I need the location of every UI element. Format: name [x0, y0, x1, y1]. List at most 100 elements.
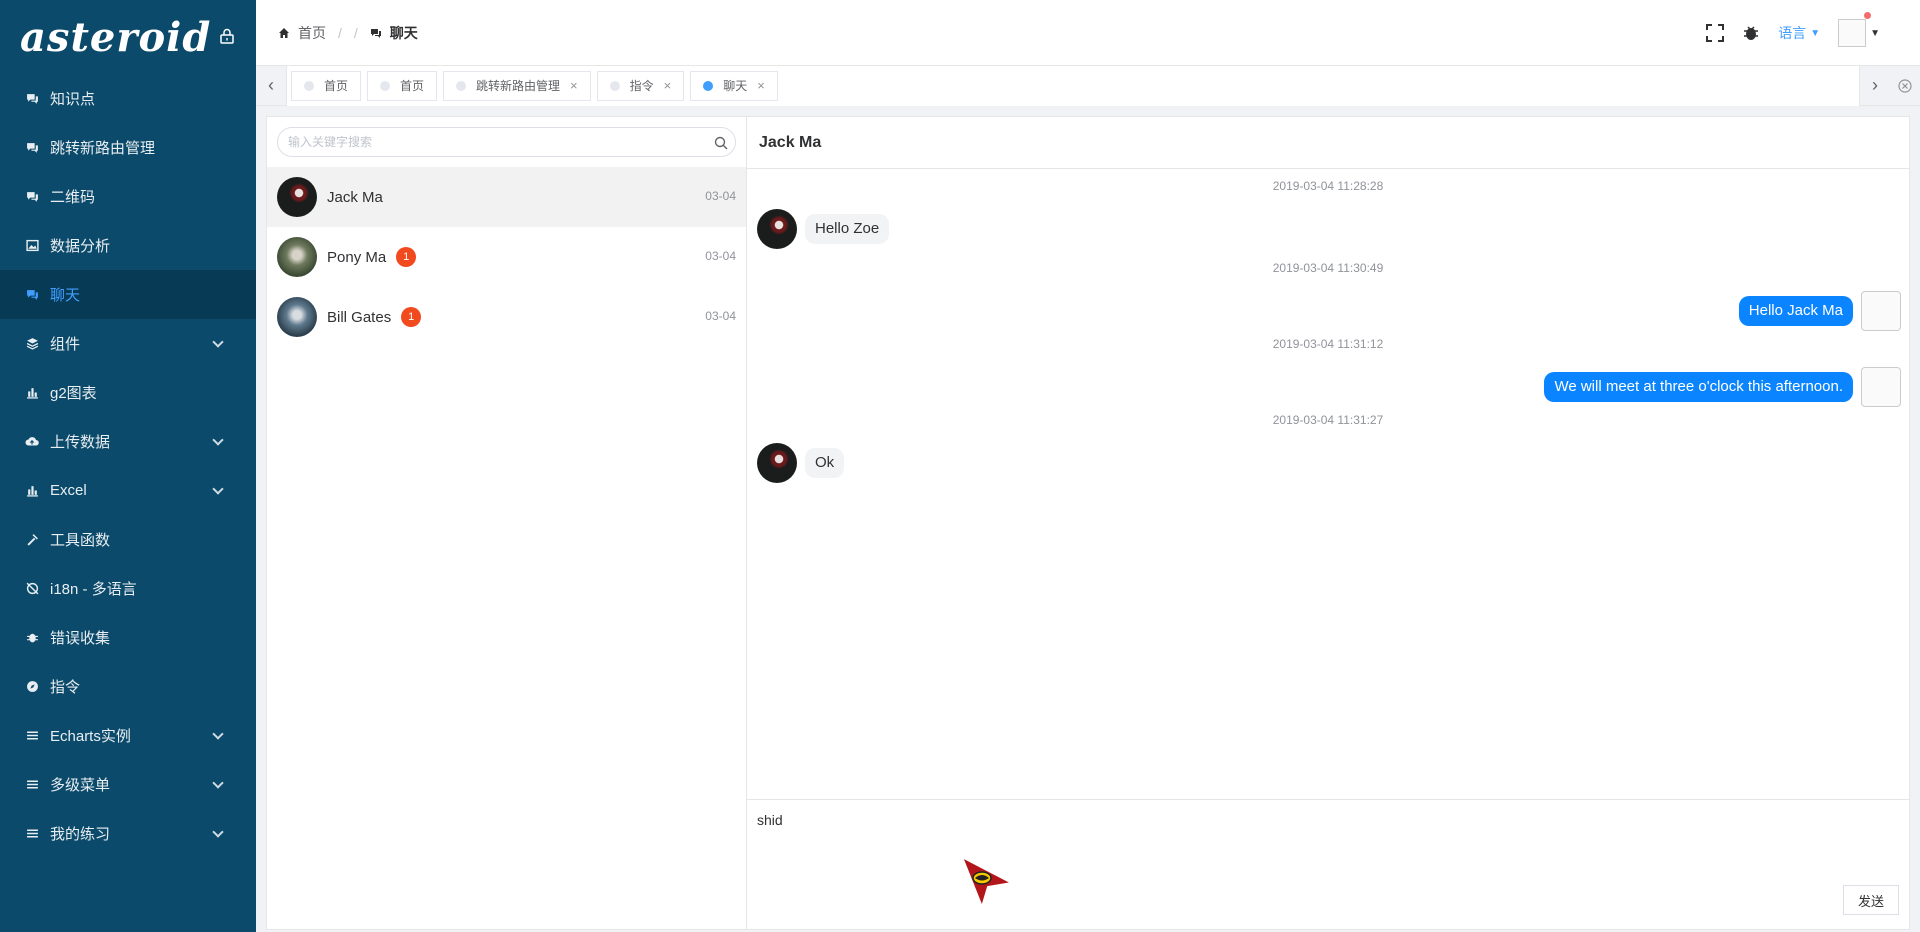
- sidebar-item[interactable]: 数据分析: [0, 221, 256, 270]
- contact-item[interactable]: Pony Ma 1 03-04: [267, 227, 746, 287]
- sidebar-item-label: g2图表: [50, 385, 97, 402]
- image-icon: [24, 238, 40, 254]
- user-menu[interactable]: ▼: [1838, 12, 1880, 47]
- search-input[interactable]: [277, 127, 736, 157]
- close-icon[interactable]: ×: [570, 78, 578, 93]
- notification-dot: [1864, 12, 1872, 19]
- menu-icon: [24, 826, 40, 842]
- chat-icon: [370, 28, 381, 38]
- message-input[interactable]: shid: [747, 800, 1909, 880]
- unread-badge: 1: [401, 307, 422, 327]
- unread-badge: 1: [396, 247, 417, 267]
- message-row: We will meet at three o'clock this after…: [1544, 367, 1901, 407]
- sidebar-item[interactable]: 工具函数: [0, 515, 256, 564]
- contact-list: Jack Ma 03-04 Pony Ma 1 03-04 Bill Gates 1 03-0…: [267, 167, 746, 347]
- close-all-icon[interactable]: [1890, 66, 1920, 106]
- chat-icon: [24, 91, 40, 107]
- sidebar-item-label: 我的练习: [50, 826, 111, 843]
- chevron-down-icon: [212, 728, 224, 740]
- contact-name: Jack Ma: [327, 188, 383, 206]
- contact-item[interactable]: Bill Gates 1 03-04: [267, 287, 746, 347]
- avatar: [1861, 291, 1901, 331]
- avatar: [757, 209, 797, 249]
- sidebar-item[interactable]: 组件: [0, 319, 256, 368]
- avatar: [277, 237, 317, 277]
- bug-icon[interactable]: [1742, 24, 1760, 42]
- sidebar-item-label: 知识点: [50, 91, 96, 108]
- message-bubble: We will meet at three o'clock this after…: [1544, 372, 1853, 402]
- menu-icon: [24, 728, 40, 744]
- chevron-right-icon[interactable]: ›: [1860, 66, 1890, 106]
- avatar: [277, 297, 317, 337]
- breadcrumb-current: 聊天: [389, 24, 418, 41]
- message-row: Hello Jack Ma: [1738, 291, 1901, 331]
- sidebar-item-label: Excel: [50, 482, 87, 499]
- tag-tab[interactable]: 跳转新路由管理 ×: [443, 70, 591, 101]
- fullscreen-icon[interactable]: [1706, 24, 1725, 42]
- chevron-left-icon[interactable]: ‹: [256, 66, 286, 106]
- sidebar-item[interactable]: 二维码: [0, 172, 256, 221]
- sidebar-item-label: 指令: [50, 679, 81, 696]
- sidebar-item[interactable]: 上传数据: [0, 417, 256, 466]
- message-list: 2019-03-04 11:28:28 Hello Zoe 2019-03-04 1…: [747, 169, 1909, 801]
- status-dot: [380, 80, 391, 91]
- chevron-down-icon: [212, 434, 224, 446]
- message-bubble: Ok: [805, 448, 845, 478]
- conversation: Jack Ma 2019-03-04 11:28:28 Hello Zoe 2019…: [747, 117, 1909, 929]
- sidebar-item[interactable]: i18n - 多语言: [0, 564, 256, 613]
- avatar: [277, 177, 317, 217]
- status-dot: [609, 80, 620, 91]
- close-icon[interactable]: ×: [664, 78, 672, 93]
- sidebar-item[interactable]: g2图表: [0, 368, 256, 417]
- sidebar-item-label: 数据分析: [50, 238, 111, 255]
- sidebar-item[interactable]: 聊天: [0, 270, 256, 319]
- sidebar-item-label: i18n - 多语言: [50, 581, 137, 598]
- status-dot: [304, 80, 314, 91]
- tag-tab-label: 跳转新路由管理: [476, 79, 561, 93]
- tag-tab-label: 首页: [400, 79, 425, 93]
- sidebar-menu: 知识点跳转新路由管理 二维码数据分析聊天组件 g2图表上传数据 Excel 工具函数 i1…: [0, 74, 256, 858]
- language-dropdown[interactable]: 语言 ▼: [1778, 23, 1820, 43]
- contact-item[interactable]: Jack Ma 03-04: [267, 167, 746, 227]
- sidebar-item-label: 聊天: [50, 287, 81, 304]
- chevron-down-icon: [212, 483, 224, 495]
- sidebar-item[interactable]: 知识点: [0, 74, 256, 123]
- bug-icon: [24, 630, 40, 646]
- tag-tab[interactable]: 首页: [367, 70, 438, 101]
- cloud-upload-icon: [24, 434, 40, 450]
- sidebar-item-label: 组件: [50, 336, 81, 353]
- send-button[interactable]: 发送: [1843, 885, 1899, 915]
- bar-chart-icon: [24, 385, 40, 401]
- tag-tab[interactable]: 首页: [291, 70, 362, 101]
- sidebar-item[interactable]: 跳转新路由管理: [0, 123, 256, 172]
- contact-time: 03-04: [705, 249, 736, 263]
- message-timestamp: 2019-03-04 11:31:27: [1272, 413, 1384, 427]
- bar-chart-icon: [24, 483, 40, 499]
- close-icon[interactable]: ×: [757, 78, 765, 93]
- sidebar-item[interactable]: 我的练习: [0, 809, 256, 858]
- tags-view: ‹ 首页 首页 跳转新路由管理 × 指令 × 聊天 × ›: [256, 65, 1920, 106]
- message-row: Ok: [757, 443, 845, 483]
- tag-tab[interactable]: 指令 ×: [596, 70, 685, 101]
- language-label: 语言: [1778, 25, 1807, 41]
- message-timestamp: 2019-03-04 11:31:12: [1272, 337, 1384, 351]
- breadcrumb-separator: /: [353, 24, 358, 41]
- tag-tab-label: 聊天: [723, 79, 748, 93]
- chat-icon: [24, 287, 40, 303]
- lock-icon[interactable]: [220, 28, 234, 44]
- search-wrap: [267, 117, 746, 167]
- sidebar-item[interactable]: 指令: [0, 662, 256, 711]
- sidebar-item[interactable]: Echarts实例: [0, 711, 256, 760]
- mouse-cursor-icon: [960, 855, 1015, 910]
- chevron-down-icon: [212, 777, 224, 789]
- breadcrumb-home[interactable]: 首页: [298, 23, 326, 43]
- sidebar-item[interactable]: 错误收集: [0, 613, 256, 662]
- message-timestamp: 2019-03-04 11:28:28: [1272, 179, 1384, 193]
- search-icon[interactable]: [714, 136, 728, 150]
- tag-tab[interactable]: 聊天 ×: [690, 70, 778, 101]
- caret-down-icon: ▼: [1870, 27, 1880, 39]
- sidebar-item[interactable]: Excel: [0, 466, 256, 515]
- chat-icon: [24, 140, 40, 156]
- tag-tab-label: 首页: [324, 79, 349, 93]
- sidebar-item[interactable]: 多级菜单: [0, 760, 256, 809]
